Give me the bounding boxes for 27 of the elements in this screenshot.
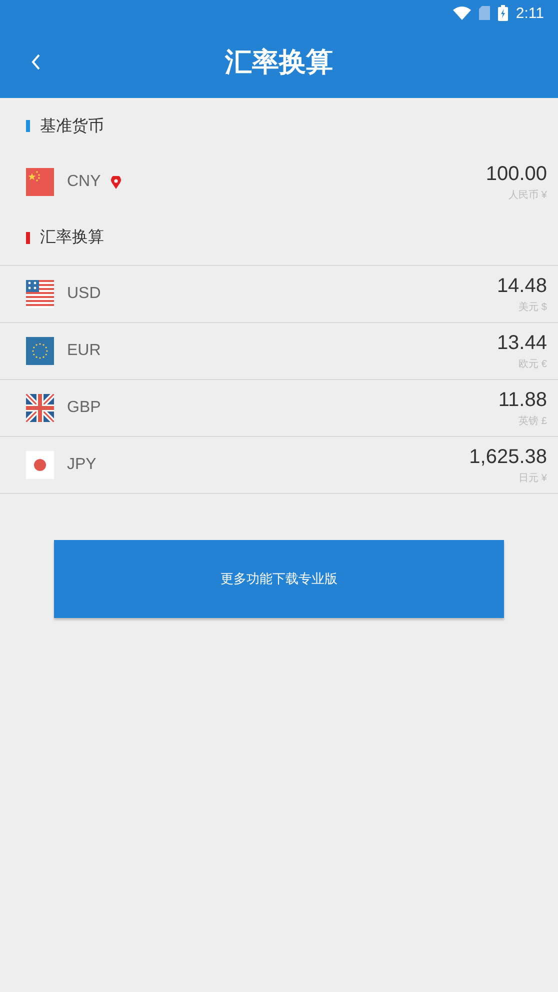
battery-icon	[498, 5, 508, 21]
section-marker	[26, 120, 30, 132]
section-title: 汇率换算	[40, 228, 104, 248]
no-sim-icon	[478, 6, 490, 20]
currency-code: JPY	[67, 456, 96, 474]
flag-icon	[26, 168, 54, 196]
flag-icon	[26, 337, 54, 365]
currency-amount: 14.48	[496, 274, 547, 298]
wifi-icon	[452, 6, 471, 20]
currency-code: EUR	[67, 342, 101, 360]
page-title: 汇率换算	[225, 47, 333, 77]
download-pro-button[interactable]: 更多功能下载专业版	[54, 540, 504, 618]
location-pin-icon	[110, 176, 121, 188]
flag-icon	[26, 451, 54, 479]
currency-amount: 13.44	[496, 332, 547, 354]
status-time: 2:11	[516, 4, 544, 22]
currency-amount: 100.00	[486, 162, 547, 186]
currency-code: USD	[67, 285, 101, 303]
flag-icon	[26, 280, 54, 308]
currency-amount: 11.88	[498, 388, 547, 412]
section-title: 基准货币	[40, 116, 104, 136]
back-icon	[30, 53, 42, 71]
flag-icon	[26, 394, 54, 422]
currency-code: CNY	[67, 173, 101, 191]
currency-amount: 1,625.38	[469, 446, 547, 468]
currency-code: GBP	[67, 399, 101, 417]
section-marker	[26, 232, 30, 244]
